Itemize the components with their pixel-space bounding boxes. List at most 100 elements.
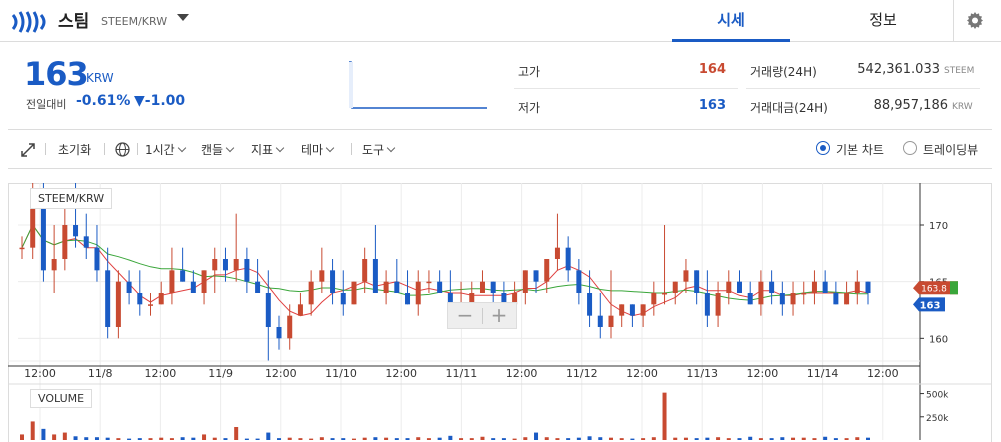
header-divider	[953, 0, 954, 42]
volume-bar	[737, 438, 742, 440]
volume-bar	[127, 438, 132, 440]
caret-down-icon[interactable]	[177, 14, 189, 21]
volume-bar	[30, 421, 35, 440]
zoom-out-button[interactable]: −	[455, 303, 475, 327]
volume-label: 거래량(24H)	[750, 65, 817, 79]
trading-view-radio[interactable]	[903, 141, 917, 155]
volume-bar	[41, 428, 46, 440]
change-amount: ▼-1.00	[134, 93, 186, 109]
ma-short-line	[21, 224, 869, 317]
volume-bar	[619, 438, 624, 440]
candle-body	[319, 270, 325, 282]
toolbar-separator	[351, 143, 352, 155]
volume-bar	[416, 437, 421, 440]
reset-button[interactable]: 초기화	[58, 141, 91, 158]
volume-bar	[641, 438, 646, 440]
candle-body	[758, 281, 764, 305]
candle-body	[148, 304, 154, 306]
volume-bar	[384, 437, 389, 440]
time-tick-label: 12:00	[145, 367, 177, 380]
candle-body	[158, 293, 164, 305]
volume-bar	[694, 438, 699, 440]
candle-body	[683, 270, 689, 282]
basic-chart-label[interactable]: 기본 차트	[836, 141, 884, 158]
low-label: 저가	[518, 101, 541, 115]
globe-icon[interactable]	[115, 142, 130, 157]
candle-body	[244, 259, 250, 282]
time-tick-label: 11/9	[208, 367, 233, 380]
candle-body	[844, 293, 850, 305]
volume-bar	[137, 438, 142, 440]
candle-body	[811, 281, 817, 293]
volume-bar	[373, 437, 378, 440]
volume-bar	[62, 432, 67, 440]
candle-dropdown[interactable]: 캔들	[201, 141, 235, 158]
candle-body	[533, 270, 539, 282]
tools-dropdown[interactable]: 도구	[362, 141, 396, 158]
volume-bar	[426, 438, 431, 440]
candle-body	[479, 281, 485, 293]
volume-bar	[94, 437, 99, 440]
volume-bar	[555, 438, 560, 440]
candle-body	[62, 225, 68, 259]
volume-bar	[244, 438, 249, 440]
trading-view-label[interactable]: 트레이딩뷰	[923, 141, 978, 158]
volume-value: 542,361.033	[857, 62, 940, 77]
volume-bar	[534, 432, 539, 440]
candle-body	[383, 281, 389, 293]
volume-bar	[608, 437, 613, 440]
volume-bar	[191, 437, 196, 440]
volume-bar	[351, 438, 356, 440]
toolbar-separator	[137, 143, 138, 155]
stat-divider	[514, 88, 738, 89]
volume-bar	[855, 437, 860, 440]
time-tick-label: 11/8	[88, 367, 113, 380]
basic-chart-radio[interactable]	[816, 141, 830, 155]
price-tick-label: 170	[929, 221, 948, 232]
volume-bar	[801, 437, 806, 440]
candle-body	[394, 281, 400, 293]
theme-dropdown[interactable]: 테마	[301, 141, 335, 158]
candle-body	[694, 270, 700, 293]
expand-icon[interactable]	[21, 143, 35, 157]
toolbar-separator	[104, 143, 105, 155]
volume-bar	[630, 438, 635, 440]
amount-value: 88,957,186	[873, 98, 948, 113]
ma-price-tag-label: 163.8	[921, 284, 947, 294]
volume-bar	[512, 438, 517, 440]
time-tick-label: 11/10	[325, 367, 357, 380]
candle-body	[362, 259, 368, 282]
candle-body	[276, 327, 282, 339]
volume-bar	[448, 435, 453, 440]
candle-body	[490, 281, 496, 293]
time-tick-label: 12:00	[626, 367, 658, 380]
gear-icon[interactable]	[965, 10, 985, 30]
stat-divider-2	[746, 88, 980, 89]
time-tick-label: 12:00	[867, 367, 899, 380]
tab-info[interactable]: 정보	[824, 0, 942, 42]
current-price: 163	[24, 55, 89, 93]
price-tick-label: 160	[929, 334, 948, 345]
candle-body	[415, 281, 421, 305]
indicator-dropdown[interactable]: 지표	[251, 141, 285, 158]
volume-bar	[169, 438, 174, 440]
price-unit: KRW	[86, 71, 114, 85]
volume-bar	[341, 438, 346, 440]
volume-bar	[116, 438, 121, 440]
volume-bar	[148, 438, 153, 440]
interval-dropdown[interactable]: 1시간	[145, 141, 186, 158]
steem-logo-icon	[11, 11, 46, 33]
volume-bar	[212, 437, 217, 440]
volume-label: VOLUME	[30, 389, 93, 408]
time-tick-label: 11/13	[686, 367, 718, 380]
candle-body	[287, 315, 293, 339]
volume-bar	[791, 437, 796, 440]
zoom-in-button[interactable]: +	[489, 303, 509, 327]
zoom-divider	[482, 308, 483, 324]
volume-bar	[180, 437, 185, 440]
volume-bar	[105, 437, 110, 440]
time-tick-label: 11/11	[446, 367, 478, 380]
candle-body	[105, 270, 111, 327]
candle-body	[30, 202, 36, 248]
tab-quote[interactable]: 시세	[672, 0, 790, 42]
